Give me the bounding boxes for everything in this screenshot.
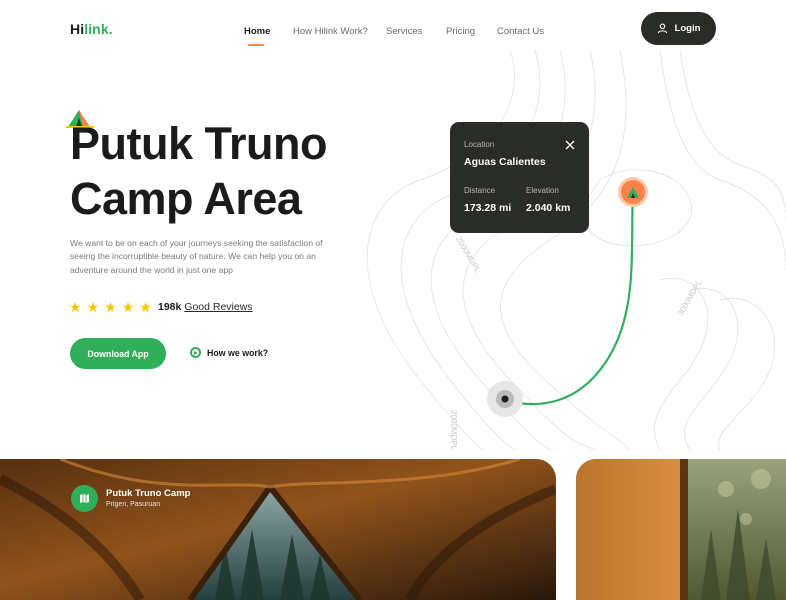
user-icon — [657, 23, 667, 34]
play-icon — [190, 347, 201, 358]
location-value: Aguas Calientes — [464, 156, 546, 168]
star-icon: ★ — [139, 299, 152, 315]
nav-home[interactable]: Home — [244, 26, 270, 37]
logo[interactable]: Hilink. — [70, 21, 113, 37]
rating-stars: ★ ★ ★ ★ ★ — [69, 300, 152, 314]
how-we-work-label: How we work? — [207, 347, 269, 358]
download-app-button[interactable]: Download App — [70, 338, 166, 369]
camp-location: Prigen, Pasuruan — [106, 501, 161, 508]
location-label: Location — [464, 140, 495, 149]
nav-services[interactable]: Services — [386, 26, 422, 37]
star-icon: ★ — [104, 299, 117, 315]
nav-how-hilink-work[interactable]: How Hilink Work? — [293, 26, 368, 37]
location-card: Location Aguas Calientes Distance 173.28… — [450, 122, 589, 233]
how-we-work-button[interactable]: How we work? — [190, 347, 268, 358]
reviews-count: 198k — [158, 301, 182, 313]
nav-active-indicator — [248, 44, 264, 46]
elevation-label: Elevation — [526, 186, 559, 195]
hero-title-line: Putuk Truno — [70, 118, 328, 169]
login-button[interactable]: Login — [641, 12, 716, 45]
reviews: 198k Good Reviews — [158, 301, 253, 313]
login-label: Login — [674, 23, 701, 34]
close-icon[interactable] — [565, 140, 575, 150]
star-icon: ★ — [121, 299, 135, 315]
camp-image-card-2[interactable] — [576, 459, 786, 600]
logo-text-accent: link. — [84, 21, 113, 37]
elevation-value: 2.040 km — [526, 202, 571, 214]
nav-pricing[interactable]: Pricing — [446, 26, 475, 37]
camp-title: Putuk Truno Camp — [106, 488, 191, 499]
map-icon — [71, 485, 98, 512]
camp-image-card[interactable] — [0, 459, 556, 600]
star-icon: ★ — [86, 299, 100, 315]
star-icon: ★ — [69, 299, 82, 315]
distance-label: Distance — [464, 186, 496, 195]
logo-text: Hi — [70, 21, 85, 37]
destination-pin[interactable] — [618, 177, 648, 207]
contour-label: 2000MDPL — [449, 410, 458, 451]
distance-value: 173.28 mi — [464, 202, 512, 214]
tent-interior-image — [0, 459, 556, 600]
hero-title-line: Camp Area — [70, 173, 302, 224]
tent-forest-image — [576, 459, 786, 600]
reviews-link[interactable]: Good Reviews — [184, 301, 252, 313]
hero-title: Putuk Truno Camp Area — [70, 116, 328, 226]
nav-contact-us[interactable]: Contact Us — [497, 26, 544, 37]
start-pin[interactable] — [487, 381, 523, 417]
hero-description: We want to be on each of your journeys s… — [70, 238, 323, 275]
